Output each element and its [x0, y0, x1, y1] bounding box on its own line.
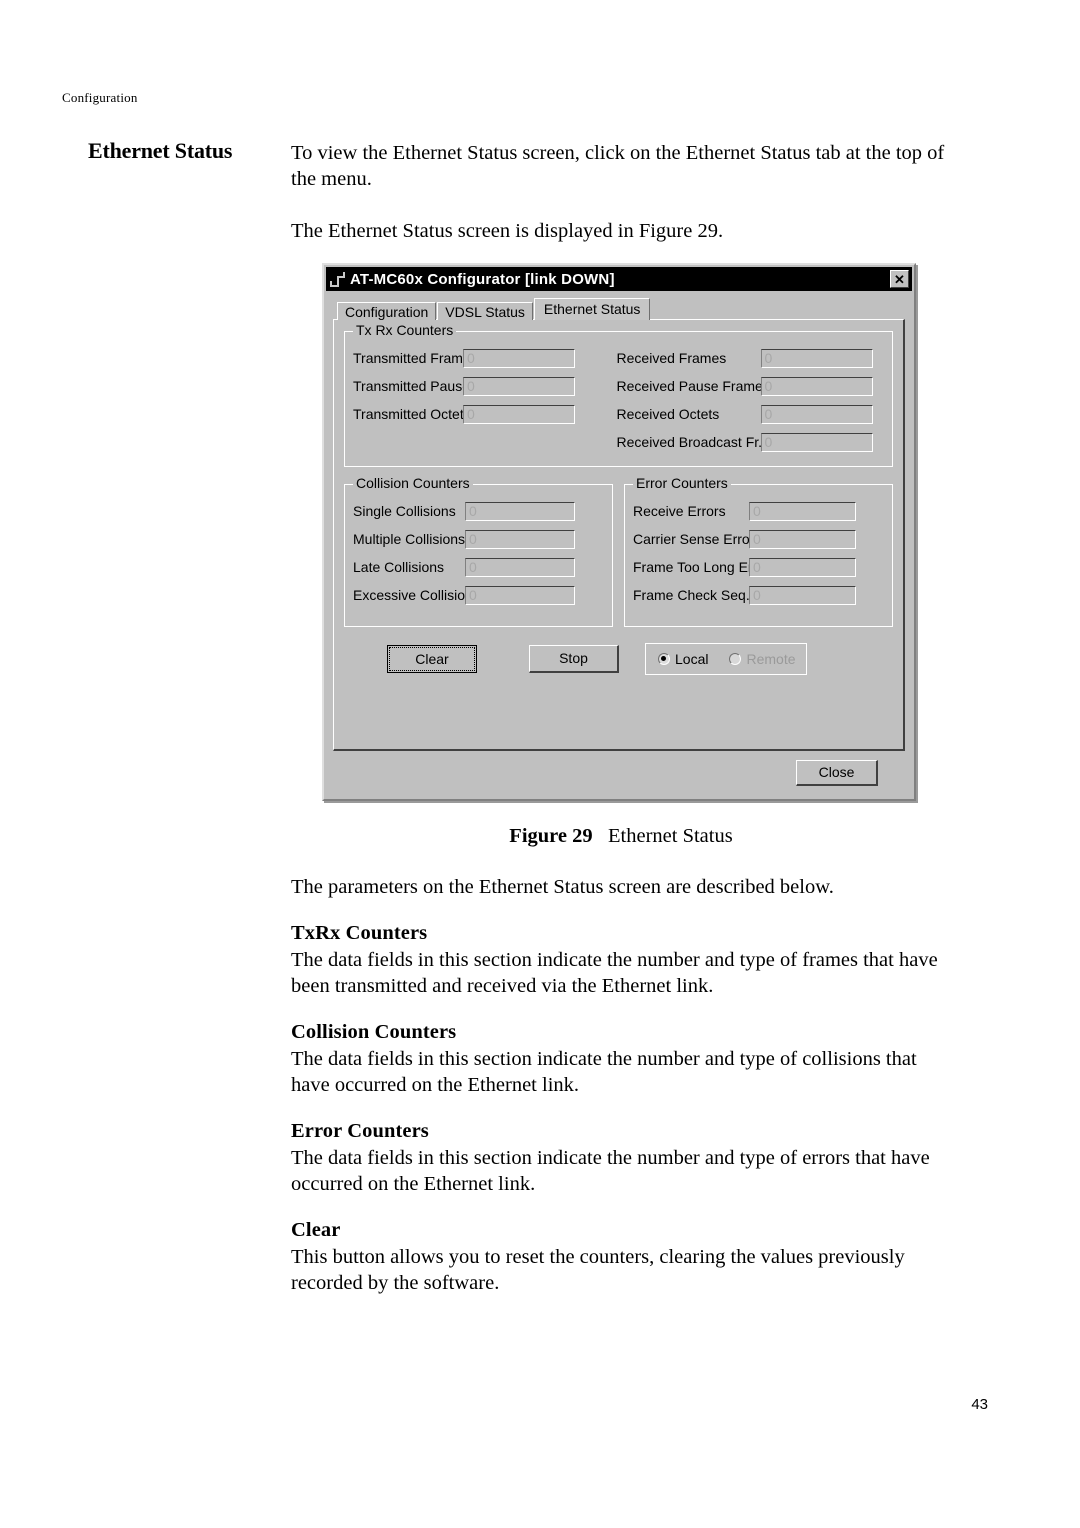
radio-remote: Remote: [729, 651, 796, 667]
parameters-intro: The parameters on the Ethernet Status sc…: [291, 876, 834, 898]
dialog-body: Configuration VDSL Status Ethernet Statu…: [324, 291, 914, 799]
radio-local[interactable]: Local: [658, 651, 708, 667]
tab-configuration[interactable]: Configuration: [337, 302, 437, 320]
group-txrx-counters: Tx Rx Counters Transmitted Frames 0 Tran…: [344, 323, 893, 467]
field-receive-errors: Receive Errors 0: [633, 497, 884, 525]
figure-caption: Figure 29 Ethernet Status: [291, 825, 951, 848]
group-error-counters: Error Counters Receive Errors 0 Carrier …: [624, 476, 893, 627]
figure-29: AT-MC60x Configurator [link DOWN] ✕ Conf…: [322, 263, 916, 801]
field-label: Receive Errors: [633, 503, 726, 519]
intro-paragraph-2: The Ethernet Status screen is displayed …: [291, 220, 724, 242]
clear-button-label: Clear: [389, 647, 475, 671]
txrx-right-column: Received Frames 0 Received Pause Frames …: [617, 344, 884, 456]
field-label: Transmitted Frames: [353, 350, 478, 366]
field-value[interactable]: 0: [760, 404, 873, 424]
field-value[interactable]: 0: [463, 348, 575, 368]
field-label: Frame Too Long Errors: [633, 559, 777, 575]
field-label: Frame Check Seq. Er.: [633, 587, 771, 603]
txrx-left-column: Transmitted Frames 0 Transmitted Pause F…: [353, 344, 617, 456]
field-label: Received Pause Frames: [616, 378, 770, 394]
figure-caption-text: Ethernet Status: [608, 825, 733, 847]
radio-button-icon: [658, 653, 670, 665]
group-collision-legend: Collision Counters: [353, 476, 473, 490]
body-collision-counters: The data fields in this section indicate…: [291, 1048, 917, 1096]
field-value[interactable]: 0: [760, 432, 873, 452]
field-label: Carrier Sense Errors: [633, 531, 762, 547]
local-remote-radio-group: Local Remote: [645, 643, 807, 675]
description-column: The parameters on the Ethernet Status sc…: [291, 874, 951, 1296]
field-single-collisions: Single Collisions 0: [353, 497, 604, 525]
window-titlebar: AT-MC60x Configurator [link DOWN] ✕: [326, 267, 912, 291]
field-value[interactable]: 0: [465, 529, 575, 549]
margin-heading: Ethernet Status: [88, 138, 233, 163]
field-value[interactable]: 0: [749, 529, 856, 549]
at-mc60x-configurator-window: AT-MC60x Configurator [link DOWN] ✕ Conf…: [322, 263, 916, 801]
field-label: Received Frames: [616, 350, 727, 366]
field-value[interactable]: 0: [749, 557, 856, 577]
page-number: 43: [971, 1396, 988, 1413]
tab-strip: Configuration VDSL Status Ethernet Statu…: [333, 298, 905, 320]
field-label: Received Broadcast Fr.: [616, 434, 763, 450]
field-frame-check-seq-er: Frame Check Seq. Er. 0: [633, 581, 884, 609]
radio-button-icon: [729, 653, 742, 665]
group-collision-counters: Collision Counters Single Collisions 0 M…: [344, 476, 613, 627]
body-txrx-counters: The data fields in this section indicate…: [291, 949, 938, 997]
field-frame-too-long-errors: Frame Too Long Errors 0: [633, 553, 884, 581]
field-transmitted-pause-fr: Transmitted Pause Fr. 0: [353, 372, 617, 400]
window-title: AT-MC60x Configurator [link DOWN]: [350, 270, 615, 288]
field-label: Transmitted Octets: [353, 406, 471, 422]
field-received-frames: Received Frames 0: [617, 344, 884, 372]
field-late-collisions: Late Collisions 0: [353, 553, 604, 581]
stop-button[interactable]: Stop: [529, 645, 619, 673]
heading-clear: Clear: [291, 1219, 341, 1241]
field-value[interactable]: 0: [465, 557, 575, 577]
lower-group-row: Collision Counters Single Collisions 0 M…: [344, 476, 893, 627]
field-value[interactable]: 0: [749, 501, 856, 521]
field-label: Multiple Collisions: [353, 531, 466, 547]
field-transmitted-frames: Transmitted Frames 0: [353, 344, 617, 372]
intro-paragraph-1: To view the Ethernet Status screen, clic…: [291, 142, 945, 190]
radio-label: Remote: [746, 651, 796, 667]
field-transmitted-octets: Transmitted Octets 0: [353, 400, 617, 428]
clear-button[interactable]: Clear: [387, 645, 477, 673]
field-value[interactable]: 0: [760, 376, 873, 396]
group-txrx-legend: Tx Rx Counters: [353, 323, 457, 337]
ethernet-status-tab-page: Tx Rx Counters Transmitted Frames 0 Tran…: [333, 319, 905, 751]
field-value[interactable]: 0: [760, 348, 873, 368]
heading-error-counters: Error Counters: [291, 1120, 429, 1142]
heading-txrx-counters: TxRx Counters: [291, 922, 428, 944]
network-device-icon: [330, 271, 347, 287]
field-received-octets: Received Octets 0: [617, 400, 884, 428]
field-received-broadcast-fr: Received Broadcast Fr. 0: [617, 428, 884, 456]
field-value[interactable]: 0: [463, 404, 575, 424]
field-excessive-collisions: Excessive Collisions 0: [353, 581, 604, 609]
body-error-counters: The data fields in this section indicate…: [291, 1147, 930, 1195]
field-multiple-collisions: Multiple Collisions 0: [353, 525, 604, 553]
txrx-grid: Transmitted Frames 0 Transmitted Pause F…: [353, 344, 884, 456]
field-label: Single Collisions: [353, 503, 456, 519]
dialog-footer: Close: [333, 751, 905, 790]
field-value[interactable]: 0: [463, 376, 575, 396]
field-label: Transmitted Pause Fr.: [353, 378, 491, 394]
heading-collision-counters: Collision Counters: [291, 1021, 457, 1043]
intro-body-column: To view the Ethernet Status screen, clic…: [291, 140, 951, 244]
field-value[interactable]: 0: [465, 501, 575, 521]
close-icon[interactable]: ✕: [890, 270, 909, 288]
field-label: Received Octets: [616, 406, 720, 422]
field-received-pause-frames: Received Pause Frames 0: [617, 372, 884, 400]
field-value[interactable]: 0: [749, 585, 856, 605]
field-value[interactable]: 0: [465, 585, 575, 605]
running-head: Configuration: [62, 90, 138, 105]
field-label: Late Collisions: [353, 559, 445, 575]
radio-label: Local: [675, 651, 709, 667]
action-button-row: Clear Stop Local Remote: [344, 643, 893, 675]
field-label: Excessive Collisions: [353, 587, 480, 603]
field-carrier-sense-errors: Carrier Sense Errors 0: [633, 525, 884, 553]
close-button[interactable]: Close: [796, 760, 878, 786]
tab-ethernet-status[interactable]: Ethernet Status: [533, 298, 651, 320]
body-clear: This button allows you to reset the coun…: [291, 1246, 905, 1294]
group-error-legend: Error Counters: [633, 476, 731, 490]
figure-caption-label: Figure 29: [509, 825, 593, 847]
tab-vdsl-status[interactable]: VDSL Status: [437, 302, 533, 320]
